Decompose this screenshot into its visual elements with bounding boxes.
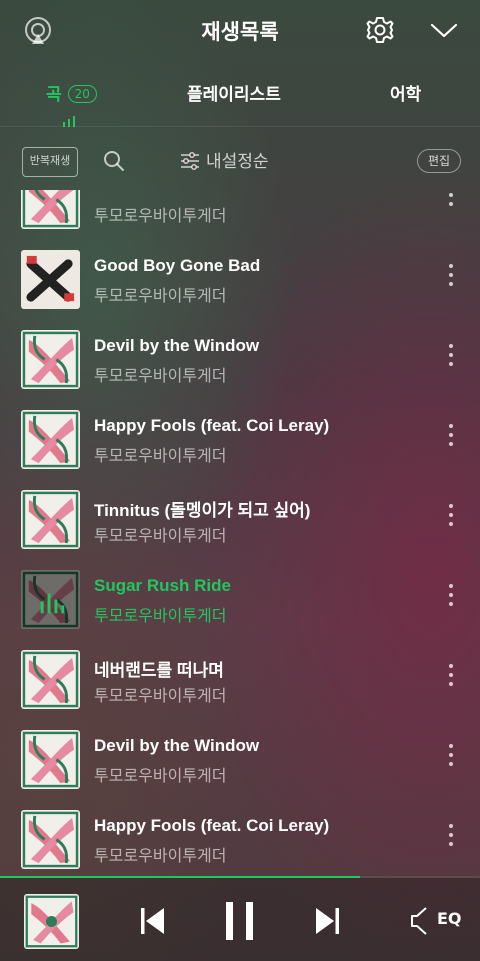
edit-button[interactable]: 편집 <box>417 149 461 173</box>
more-options-icon[interactable] <box>446 664 456 694</box>
tab-songs[interactable]: 곡 20 <box>46 80 97 105</box>
song-title: 네버랜드를 떠나며 <box>94 661 224 680</box>
song-artist: 투모로우바이투게더 <box>94 448 227 465</box>
equalizer-indicator-icon <box>63 108 78 127</box>
song-row[interactable]: Devil by the Window 투모로우바이투게더 <box>0 720 480 800</box>
more-options-icon[interactable] <box>446 824 456 854</box>
song-title: Good Boy Gone Bad <box>94 256 261 275</box>
speaker-icon[interactable] <box>410 906 436 936</box>
song-artist: 투모로우바이투게더 <box>94 528 227 545</box>
album-art <box>21 490 80 549</box>
song-title: Tinnitus (돌멩이가 되고 싶어) <box>94 501 311 520</box>
tab-playlist[interactable]: 플레이리스트 <box>187 80 281 105</box>
repeat-button[interactable]: 반복재생 <box>22 147 78 177</box>
page-title: 재생목록 <box>201 20 279 44</box>
sort-sliders-icon <box>181 152 199 170</box>
song-row[interactable]: 투모로우바이투게더 <box>0 190 480 240</box>
song-title: Happy Fools (feat. Coi Leray) <box>94 416 330 435</box>
song-artist: 투모로우바이투게더 <box>94 368 227 385</box>
song-artist: 투모로우바이투게더 <box>94 768 227 785</box>
tab-language[interactable]: 어학 <box>390 80 421 105</box>
next-track-icon[interactable] <box>314 906 340 936</box>
song-count-badge: 20 <box>67 85 97 103</box>
more-options-icon[interactable] <box>446 584 456 614</box>
gear-icon[interactable] <box>364 14 396 46</box>
sort-button[interactable]: 내설정순 <box>180 147 269 172</box>
tab-bar: 곡 20 플레이리스트 어학 <box>0 62 480 127</box>
chevron-down-icon[interactable] <box>428 14 460 46</box>
song-row[interactable]: Devil by the Window 투모로우바이투게더 <box>0 320 480 400</box>
song-title: Sugar Rush Ride <box>94 576 231 595</box>
song-row[interactable]: Happy Fools (feat. Coi Leray) 투모로우바이투게더 <box>0 400 480 480</box>
album-art <box>21 810 80 869</box>
album-art <box>21 330 80 389</box>
song-row[interactable]: Good Boy Gone Bad 투모로우바이투게더 <box>0 240 480 320</box>
album-art <box>21 250 80 309</box>
song-artist: 투모로우바이투게더 <box>94 688 227 705</box>
now-playing-album-art[interactable] <box>24 894 79 949</box>
list-toolbar: 반복재생 내설정순 편집 <box>0 126 480 190</box>
more-options-icon[interactable] <box>446 344 456 374</box>
previous-track-icon[interactable] <box>140 906 166 936</box>
mini-player: EQ <box>0 876 480 961</box>
eq-button[interactable]: EQ <box>437 909 462 928</box>
pause-icon[interactable] <box>224 902 256 940</box>
song-artist: 투모로우바이투게더 <box>94 288 227 305</box>
song-list: 투모로우바이투게더 Good Boy Gone Bad 투모로우바이투게더 Devil… <box>0 190 480 876</box>
song-row[interactable]: 네버랜드를 떠나며투모로우바이투게더 <box>0 640 480 720</box>
song-title: Devil by the Window <box>94 336 260 355</box>
header: 재생목록 <box>0 0 480 62</box>
album-art <box>21 570 80 629</box>
more-options-icon[interactable] <box>446 504 456 534</box>
song-row[interactable]: Sugar Rush Ride 투모로우바이투게더 <box>0 560 480 640</box>
search-icon[interactable] <box>102 149 126 173</box>
album-art <box>21 650 80 709</box>
sort-label: 내설정순 <box>206 152 269 172</box>
song-title: Happy Fools (feat. Coi Leray) <box>94 816 330 835</box>
more-options-icon[interactable] <box>446 264 456 294</box>
song-row[interactable]: Tinnitus (돌멩이가 되고 싶어) 투모로우바이투게더 <box>0 480 480 560</box>
more-options-icon[interactable] <box>446 424 456 454</box>
album-art <box>21 410 80 469</box>
progress-fill <box>0 876 360 878</box>
song-artist: 투모로우바이투게더 <box>94 608 227 625</box>
album-art-icon <box>24 894 79 949</box>
more-options-icon[interactable] <box>446 190 456 214</box>
album-art <box>21 190 80 229</box>
more-options-icon[interactable] <box>446 744 456 774</box>
song-row[interactable]: Happy Fools (feat. Coi Leray) 투모로우바이투게더 <box>0 800 480 876</box>
song-artist: 투모로우바이투게더 <box>94 848 227 865</box>
song-artist: 투모로우바이투게더 <box>94 208 227 225</box>
album-art <box>21 730 80 789</box>
progress-bar[interactable] <box>0 876 480 878</box>
song-title: Devil by the Window <box>94 736 260 755</box>
tab-label: 곡 <box>46 85 62 105</box>
